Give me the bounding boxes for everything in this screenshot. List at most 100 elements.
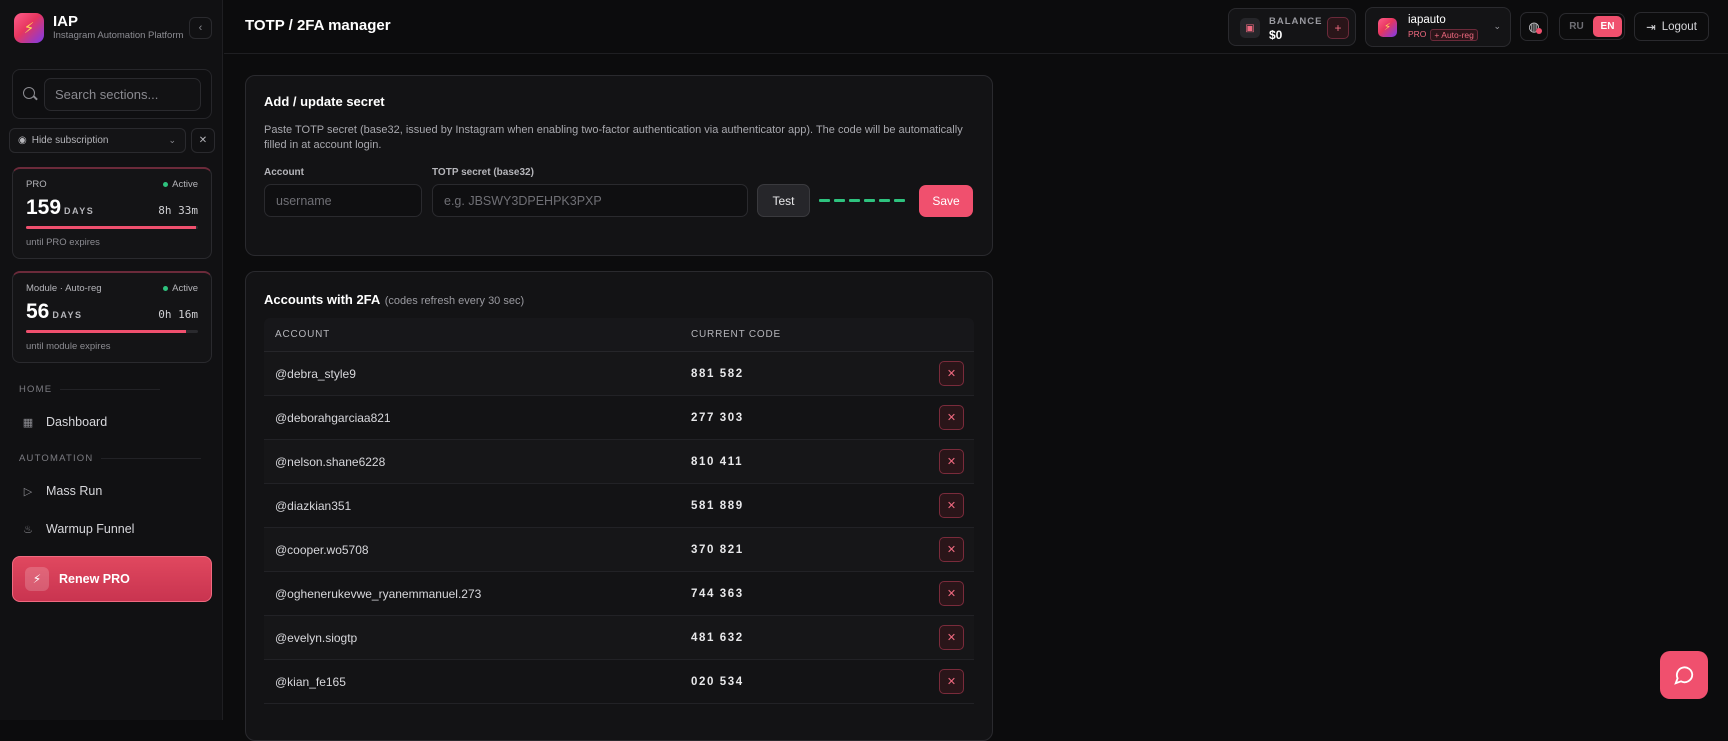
delete-button[interactable]: ✕ bbox=[939, 669, 964, 694]
sidebar-item-label: Dashboard bbox=[46, 415, 108, 429]
user-name: iapauto bbox=[1408, 14, 1446, 26]
column-header-account: ACCOUNT bbox=[275, 329, 331, 340]
current-code: 744 363 bbox=[691, 587, 744, 600]
current-code: 810 411 bbox=[691, 455, 744, 468]
logout-button[interactable]: ⇥ Logout bbox=[1634, 12, 1709, 41]
bolt-icon: ⚡ bbox=[1378, 18, 1397, 37]
chat-button[interactable] bbox=[1660, 651, 1708, 699]
account-handle: @nelson.shane6228 bbox=[275, 454, 386, 469]
delete-button[interactable]: ✕ bbox=[939, 581, 964, 606]
user-menu[interactable]: ⚡ iapauto PRO + Auto-reg ⌄ bbox=[1365, 7, 1511, 47]
renew-pro-label: Renew PRO bbox=[59, 572, 130, 586]
language-switcher: RU EN bbox=[1559, 13, 1625, 40]
logout-icon: ⇥ bbox=[1646, 21, 1656, 34]
table-row: @debra_style9 881 582 ✕ bbox=[264, 352, 974, 396]
renew-pro-button[interactable]: ⚡ Renew PRO bbox=[12, 556, 212, 602]
search-icon bbox=[23, 87, 35, 99]
hide-subscription-toggle[interactable]: ◉ Hide subscription ⌄ bbox=[9, 128, 186, 153]
delete-button[interactable]: ✕ bbox=[939, 405, 964, 430]
search-box bbox=[12, 69, 212, 119]
table-row: @evelyn.siogtp 481 632 ✕ bbox=[264, 616, 974, 660]
days-label: DAYS bbox=[52, 310, 83, 320]
lang-en-button[interactable]: EN bbox=[1593, 16, 1622, 37]
balance-label: BALANCE bbox=[1269, 16, 1323, 27]
account-input[interactable] bbox=[264, 184, 422, 217]
status-badge: Active bbox=[163, 179, 198, 190]
delete-button[interactable]: ✕ bbox=[939, 449, 964, 474]
subscription-footer: until PRO expires bbox=[26, 237, 100, 248]
current-code: 581 889 bbox=[691, 499, 744, 512]
chat-icon bbox=[1674, 666, 1694, 685]
balance-value: $0 bbox=[1269, 28, 1283, 42]
accounts-panel: Accounts with 2FA (codes refresh every 3… bbox=[245, 271, 993, 741]
section-header-home: HOME bbox=[19, 384, 161, 395]
lang-ru-button[interactable]: RU bbox=[1562, 16, 1591, 37]
save-button[interactable]: Save bbox=[919, 185, 973, 217]
sidebar-item-warmup-funnel[interactable]: ♨ Warmup Funnel bbox=[22, 522, 134, 536]
panel-title: Add / update secret bbox=[264, 94, 385, 109]
sidebar-item-label: Warmup Funnel bbox=[46, 522, 135, 536]
brand[interactable]: ⚡ IAP Instagram Automation Platform bbox=[14, 13, 183, 43]
subscription-card-module: Module · Auto-reg Active 56 DAYS 0h 16m u… bbox=[12, 271, 212, 363]
current-code: 020 534 bbox=[691, 675, 744, 688]
flame-icon: ♨ bbox=[23, 523, 33, 536]
account-handle: @evelyn.siogtp bbox=[275, 630, 358, 645]
sidebar-item-mass-run[interactable]: ▷ Mass Run bbox=[22, 484, 103, 498]
subscription-name: PRO bbox=[26, 179, 47, 190]
bolt-icon: ⚡ bbox=[14, 13, 44, 43]
account-handle: @deborahgarciaa821 bbox=[275, 410, 391, 425]
module-badge: + Auto-reg bbox=[1430, 29, 1478, 41]
divider bbox=[101, 458, 202, 459]
delete-button[interactable]: ✕ bbox=[939, 625, 964, 650]
notifications-button[interactable]: ◍ bbox=[1520, 12, 1548, 41]
accounts-table: ACCOUNT CURRENT CODE @debra_style9 881 58… bbox=[264, 318, 974, 704]
wallet-icon: ▣ bbox=[1240, 18, 1260, 38]
progress-bar bbox=[26, 330, 198, 333]
progress-bar bbox=[26, 226, 198, 229]
time-remaining: 8h 33m bbox=[158, 204, 198, 217]
add-secret-panel: Add / update secret Paste TOTP secret (b… bbox=[245, 75, 993, 256]
status-dot bbox=[163, 286, 169, 291]
test-button[interactable]: Test bbox=[757, 184, 810, 217]
account-handle: @kian_fe165 bbox=[275, 674, 346, 689]
account-handle: @debra_style9 bbox=[275, 366, 356, 381]
hide-subscription-label: Hide subscription bbox=[31, 135, 109, 146]
eye-icon: ◉ bbox=[18, 135, 27, 146]
delete-button[interactable]: ✕ bbox=[939, 493, 964, 518]
time-remaining: 0h 16m bbox=[158, 308, 198, 321]
sidebar-item-dashboard[interactable]: ▦ Dashboard bbox=[22, 415, 107, 429]
status-badge: Active bbox=[163, 283, 198, 294]
grid-icon: ▦ bbox=[22, 416, 34, 429]
progress-fill bbox=[26, 226, 197, 229]
chevron-left-icon: ‹ bbox=[198, 22, 203, 34]
close-icon: ✕ bbox=[198, 135, 208, 146]
table-row: @diazkian351 581 889 ✕ bbox=[264, 484, 974, 528]
days-label: DAYS bbox=[64, 206, 95, 216]
add-balance-button[interactable]: + bbox=[1327, 17, 1349, 39]
panel-title: Accounts with 2FA bbox=[264, 292, 381, 307]
chevron-down-icon: ⌄ bbox=[168, 135, 176, 145]
status-label: Active bbox=[172, 179, 198, 190]
search-input[interactable] bbox=[44, 78, 201, 111]
progress-fill bbox=[26, 330, 186, 333]
secret-input[interactable] bbox=[432, 184, 748, 217]
close-subscription-button[interactable]: ✕ bbox=[191, 128, 215, 153]
close-icon: ✕ bbox=[946, 456, 957, 468]
days-count: 56 bbox=[26, 300, 50, 323]
panel-description: Paste TOTP secret (base32, issued by Ins… bbox=[264, 124, 963, 151]
collapse-sidebar-button[interactable]: ‹ bbox=[189, 17, 212, 39]
delete-button[interactable]: ✕ bbox=[939, 361, 964, 386]
balance-widget[interactable]: ▣ BALANCE $0 + bbox=[1228, 8, 1356, 46]
days-count: 159 bbox=[26, 196, 62, 219]
table-row: @cooper.wo5708 370 821 ✕ bbox=[264, 528, 974, 572]
current-code: 481 632 bbox=[691, 631, 744, 644]
status-dot bbox=[163, 182, 169, 187]
current-code: 370 821 bbox=[691, 543, 744, 556]
subscription-card-pro: PRO Active 159 DAYS 8h 33m until PRO expi… bbox=[12, 167, 212, 259]
top-bar: TOTP / 2FA manager ▣ BALANCE $0 + ⚡ iapa… bbox=[224, 0, 1728, 54]
table-row: @deborahgarciaa821 277 303 ✕ bbox=[264, 396, 974, 440]
account-handle: @diazkian351 bbox=[275, 498, 352, 513]
delete-button[interactable]: ✕ bbox=[939, 537, 964, 562]
refresh-hint: (codes refresh every 30 sec) bbox=[384, 295, 525, 307]
close-icon: ✕ bbox=[946, 544, 957, 556]
